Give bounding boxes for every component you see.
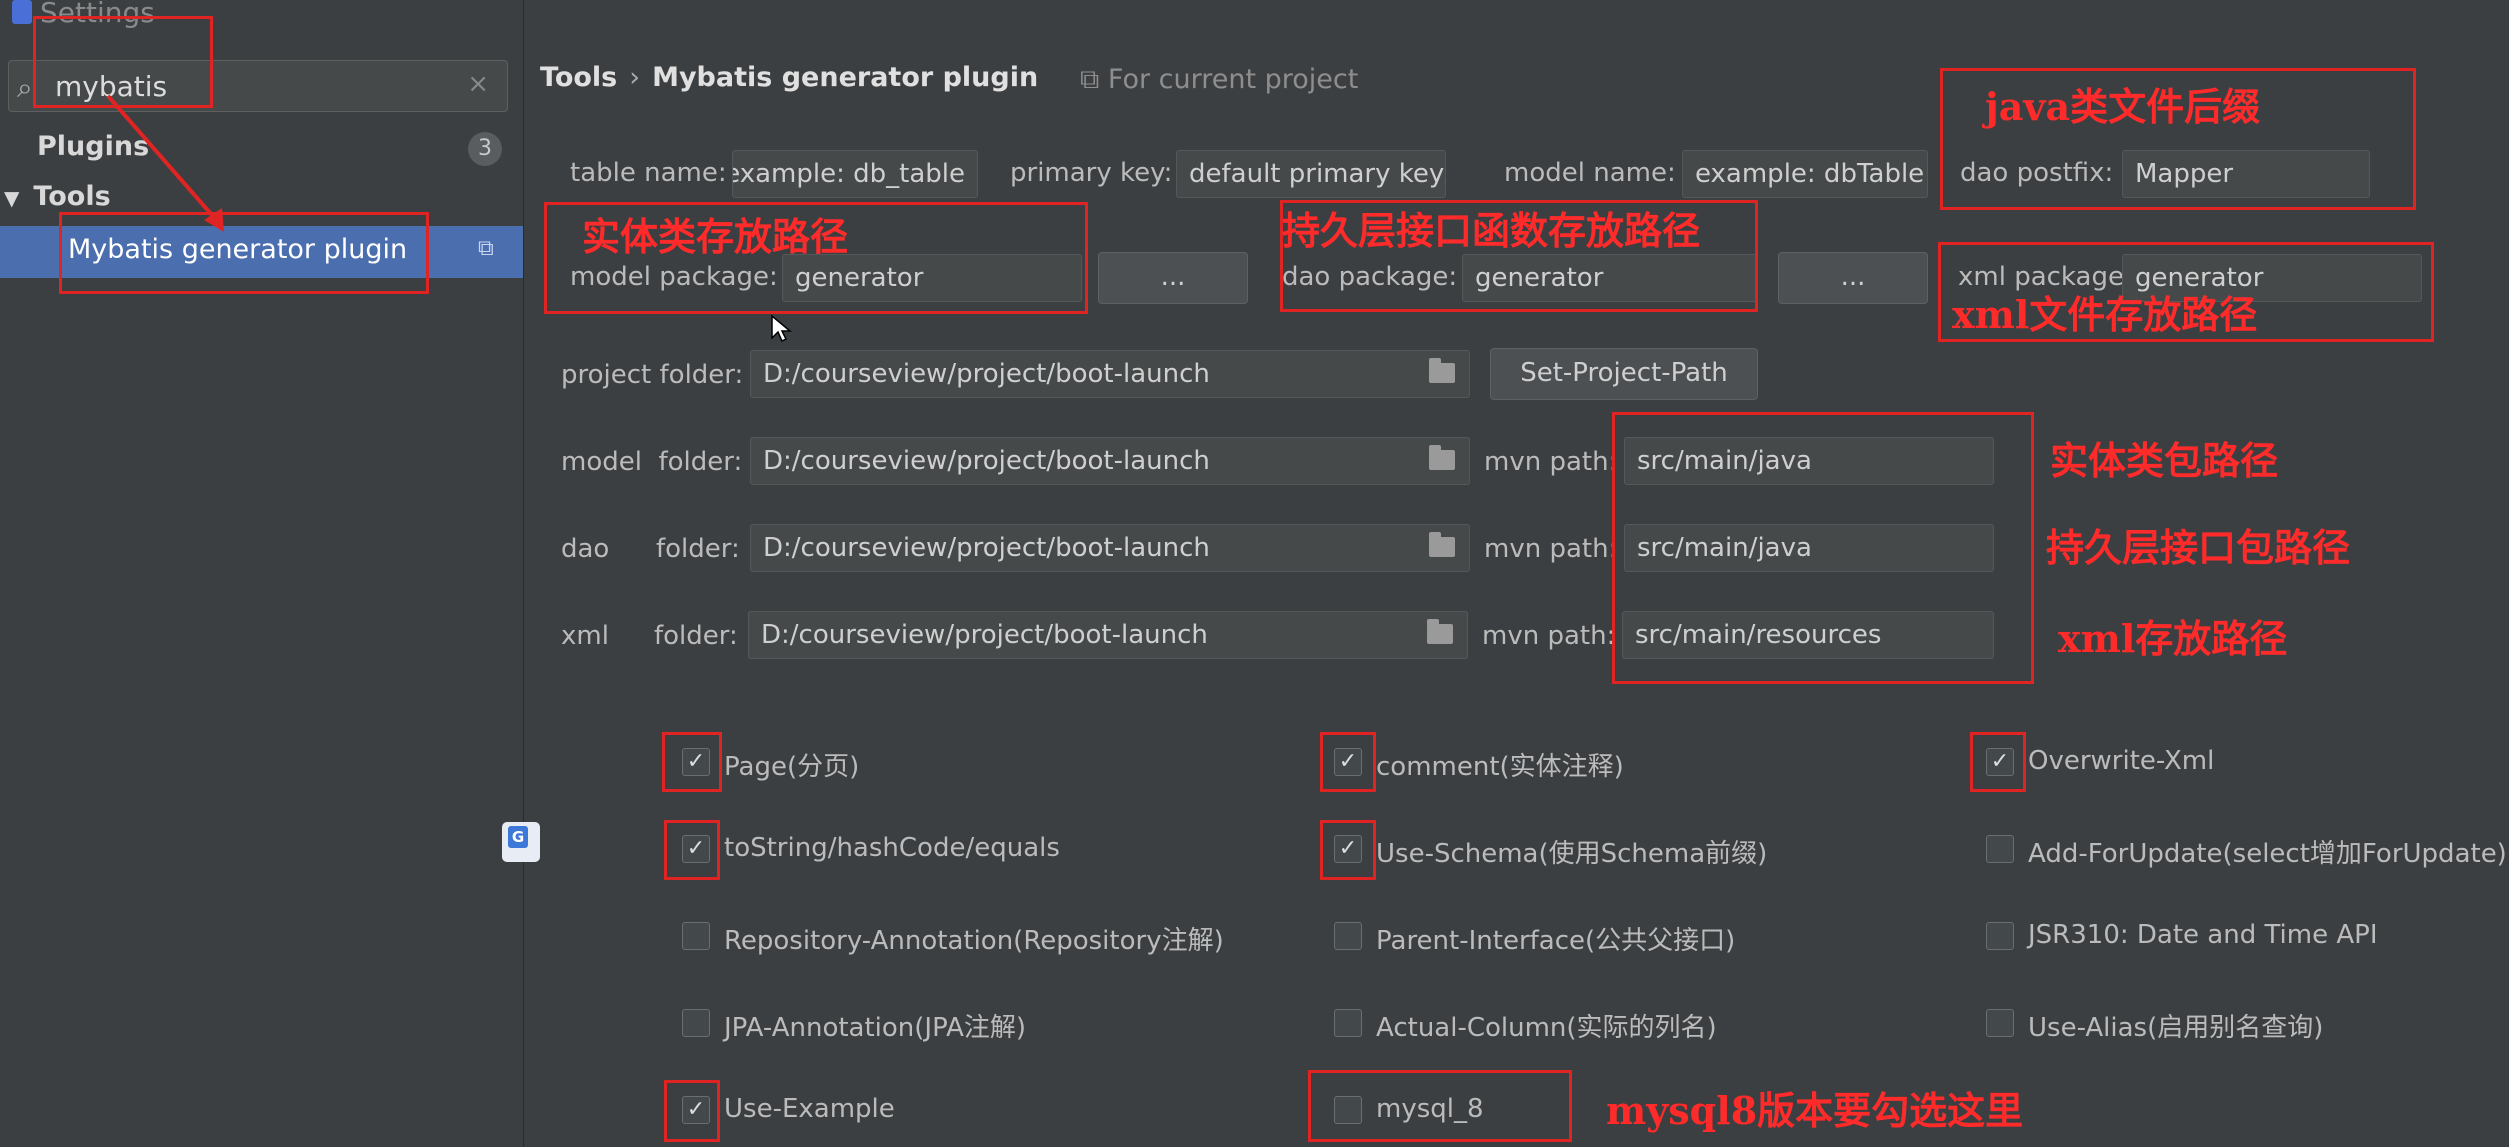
annotation-box-comment bbox=[1320, 732, 1376, 792]
sidebar-item-tools[interactable]: ▼ Tools bbox=[4, 181, 111, 212]
table-name-label: table name: bbox=[570, 158, 727, 188]
annotation-box-plugin bbox=[59, 212, 429, 294]
model-label: model bbox=[561, 447, 642, 477]
add-forupdate-option-label: Add-ForUpdate(select增加ForUpdate) bbox=[2028, 839, 2507, 869]
comment-option-label: comment(实体注释) bbox=[1376, 752, 1624, 782]
project-scope-icon: ⧉ bbox=[1080, 64, 1108, 95]
annotation-java-suffix: java类文件后缀 bbox=[1985, 84, 2261, 129]
table-name-input[interactable]: example: db_table bbox=[732, 150, 978, 198]
jsr310-option-label: JSR310: Date and Time API bbox=[2028, 920, 2378, 950]
annotation-box-mysql8 bbox=[1308, 1070, 1572, 1142]
model-package-browse-button[interactable]: ... bbox=[1098, 252, 1248, 304]
project-folder-value: D:/courseview/project/boot-launch bbox=[763, 359, 1210, 389]
xml-mvn-path-label: mvn path: bbox=[1482, 621, 1616, 651]
dao-folder-value: D:/courseview/project/boot-launch bbox=[763, 533, 1210, 563]
tostring-option-label: toString/hashCode/equals bbox=[724, 833, 1060, 863]
project-folder-label: project folder: bbox=[561, 360, 744, 390]
overwrite-xml-option-label: Overwrite-Xml bbox=[2028, 746, 2215, 776]
use-alias-checkbox[interactable] bbox=[1986, 1009, 2014, 1037]
breadcrumb-parent[interactable]: Tools bbox=[540, 62, 617, 93]
add-forupdate-checkbox[interactable] bbox=[1986, 835, 2014, 863]
model-name-label: model name: bbox=[1504, 158, 1676, 188]
breadcrumb-separator: › bbox=[629, 62, 641, 93]
breadcrumb: Tools › Mybatis generator plugin bbox=[540, 62, 1038, 93]
annotation-entity-path: 实体类存放路径 bbox=[582, 214, 849, 259]
annotation-box-use-schema bbox=[1320, 820, 1376, 880]
annotation-box-page bbox=[662, 732, 722, 792]
scope-text: For current project bbox=[1107, 64, 1359, 95]
project-scope-icon: ⧉ bbox=[478, 236, 494, 261]
mouse-cursor-icon bbox=[771, 314, 792, 343]
annotation-dao-func-path: 持久层接口函数存放路径 bbox=[1282, 208, 1701, 253]
annotation-xml-store-path: xml存放路径 bbox=[2058, 616, 2288, 661]
repository-annotation-option-label: Repository-Annotation(Repository注解) bbox=[724, 926, 1224, 956]
xml-folder-value: D:/courseview/project/boot-launch bbox=[761, 620, 1208, 650]
use-alias-option-label: Use-Alias(启用别名查询) bbox=[2028, 1013, 2324, 1043]
scope-label: ⧉ For current project bbox=[1080, 64, 1358, 96]
use-schema-option-label: Use-Schema(使用Schema前缀) bbox=[1376, 839, 1768, 869]
search-icon: ⌕ bbox=[17, 71, 33, 104]
jpa-annotation-checkbox[interactable] bbox=[682, 1009, 710, 1037]
expand-arrow-icon[interactable]: ▼ bbox=[4, 186, 19, 210]
model-name-input[interactable]: example: dbTable bbox=[1682, 150, 1928, 198]
parent-interface-checkbox[interactable] bbox=[1334, 922, 1362, 950]
annotation-xml-file-path: xml文件存放路径 bbox=[1952, 292, 2258, 337]
xml-folder-input[interactable]: D:/courseview/project/boot-launch bbox=[748, 611, 1468, 659]
model-folder-label: model folder: bbox=[561, 447, 742, 477]
dao-folder-label-prefix: dao bbox=[561, 534, 610, 564]
folder-browse-icon[interactable] bbox=[1429, 532, 1455, 557]
annotation-box-use-example bbox=[664, 1080, 720, 1142]
page-option-label: Page(分页) bbox=[724, 752, 860, 782]
actual-column-checkbox[interactable] bbox=[1334, 1009, 1362, 1037]
jsr310-checkbox[interactable] bbox=[1986, 922, 2014, 950]
folder-label: folder: bbox=[658, 447, 743, 477]
translate-icon[interactable]: G bbox=[502, 822, 540, 862]
dao-mvn-path-label: mvn path: bbox=[1484, 534, 1618, 564]
set-project-path-button[interactable]: Set-Project-Path bbox=[1490, 348, 1758, 400]
model-folder-value: D:/courseview/project/boot-launch bbox=[763, 446, 1210, 476]
model-mvn-path-label: mvn path: bbox=[1484, 447, 1618, 477]
annotation-dao-pkg-path: 持久层接口包路径 bbox=[2046, 525, 2351, 570]
breadcrumb-current: Mybatis generator plugin bbox=[652, 62, 1039, 93]
plugins-count-badge: 3 bbox=[468, 132, 502, 166]
annotation-mysql8-note: mysql8版本要勾选这里 bbox=[1606, 1088, 2024, 1133]
annotation-box-mvn-paths bbox=[1612, 412, 2034, 684]
xml-folder-label: folder: bbox=[654, 621, 738, 651]
repository-annotation-checkbox[interactable] bbox=[682, 922, 710, 950]
primary-key-label: primary key: bbox=[1010, 158, 1173, 188]
xml-folder-label-prefix: xml bbox=[561, 621, 609, 651]
actual-column-option-label: Actual-Column(实际的列名) bbox=[1376, 1013, 1717, 1043]
app-icon bbox=[12, 0, 32, 24]
folder-browse-icon[interactable] bbox=[1427, 619, 1453, 644]
clear-search-icon[interactable]: × bbox=[467, 69, 489, 99]
dao-folder-input[interactable]: D:/courseview/project/boot-launch bbox=[750, 524, 1470, 572]
annotation-entity-pkg-path: 实体类包路径 bbox=[2050, 438, 2279, 483]
annotation-box-overwrite-xml bbox=[1970, 732, 2026, 792]
model-folder-input[interactable]: D:/courseview/project/boot-launch bbox=[750, 437, 1470, 485]
folder-browse-icon[interactable] bbox=[1429, 358, 1455, 383]
parent-interface-option-label: Parent-Interface(公共父接口) bbox=[1376, 926, 1736, 956]
folder-browse-icon[interactable] bbox=[1429, 445, 1455, 470]
jpa-annotation-option-label: JPA-Annotation(JPA注解) bbox=[724, 1013, 1027, 1043]
dao-package-browse-button[interactable]: ... bbox=[1778, 252, 1928, 304]
project-folder-input[interactable]: D:/courseview/project/boot-launch bbox=[750, 350, 1470, 398]
settings-sidebar: Settings ⌕ × Plugins 3 ▼Tools Mybatis ge… bbox=[0, 0, 524, 1147]
use-example-option-label: Use-Example bbox=[724, 1094, 895, 1124]
dao-folder-label: folder: bbox=[656, 534, 740, 564]
annotation-box-tostring bbox=[664, 820, 720, 880]
primary-key-input[interactable]: default primary key bbox=[1176, 150, 1446, 198]
